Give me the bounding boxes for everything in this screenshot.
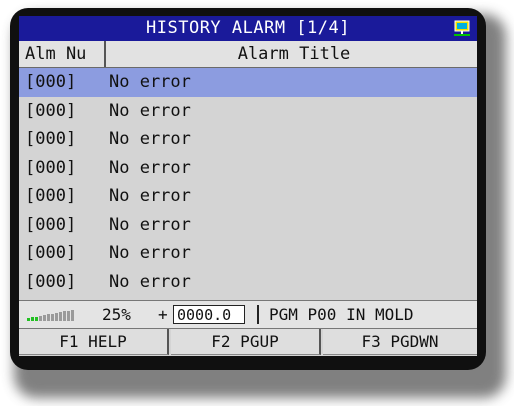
alarm-number: [000] [25,72,77,92]
f3-pgdwn-button[interactable]: F3 PGDWN [323,329,477,355]
hmi-screen: HISTORY ALARM [1/4] Alm Nu Alarm Title [… [19,16,477,356]
program-status: PGM P00 IN MOLD [269,305,414,324]
alarm-list: [000] No error [000] No error [000] No e… [19,68,477,296]
column-alarm-title: Alarm Title [237,44,351,64]
table-row[interactable]: [000] No error [19,268,477,297]
signal-bar [67,310,70,321]
alarm-title: No error [109,100,191,121]
signal-bar [43,315,46,321]
alarm-number: [000] [25,186,77,206]
function-key-bar: F1 HELP F2 PGUP F3 PGDWN [19,328,477,356]
alarm-number: [000] [25,271,77,292]
signal-bar [47,314,50,321]
value-field[interactable]: 0000.0 [173,305,245,324]
table-row[interactable]: [000] No error [19,239,477,268]
table-row[interactable]: [000] No error [19,97,477,126]
alarm-number: [000] [25,157,77,178]
alarm-title: No error [109,186,191,206]
signal-bar [39,315,42,321]
page-title: HISTORY ALARM [1/4] [146,18,350,38]
signal-bar [63,311,66,321]
table-row[interactable]: [000] No error [19,154,477,183]
network-icon[interactable] [453,20,471,37]
signal-bar [71,309,74,321]
status-bar: 25% + 0000.0 PGM P00 IN MOLD [19,300,477,328]
signal-bar [51,313,54,321]
alarm-title: No error [109,243,191,263]
signal-bar [31,317,34,321]
signal-percent: 25% [102,305,131,324]
alarm-title: No error [109,72,191,92]
table-row[interactable]: [000] No error [19,125,477,154]
table-header: Alm Nu Alarm Title [19,41,477,68]
signal-bar [35,316,38,321]
signal-bar [59,312,62,321]
alarm-number: [000] [25,100,77,121]
alarm-title: No error [109,157,191,178]
status-divider [257,305,259,324]
signal-strength-icon [27,309,74,321]
table-row[interactable]: [000] No error [19,68,477,97]
signal-bar [27,318,30,321]
signal-bar [55,312,58,321]
alarm-title: No error [109,214,191,235]
title-bar: HISTORY ALARM [1/4] [19,16,477,41]
alarm-number: [000] [25,214,77,235]
alarm-number: [000] [25,129,77,149]
value-sign: + [158,305,168,324]
f2-pgup-button[interactable]: F2 PGUP [171,329,321,355]
table-row[interactable]: [000] No error [19,211,477,240]
column-alarm-number: Alm Nu [21,41,106,67]
f1-help-button[interactable]: F1 HELP [19,329,169,355]
alarm-title: No error [109,129,191,149]
alarm-number: [000] [25,243,77,263]
table-row[interactable]: [000] No error [19,182,477,211]
alarm-title: No error [109,271,191,292]
